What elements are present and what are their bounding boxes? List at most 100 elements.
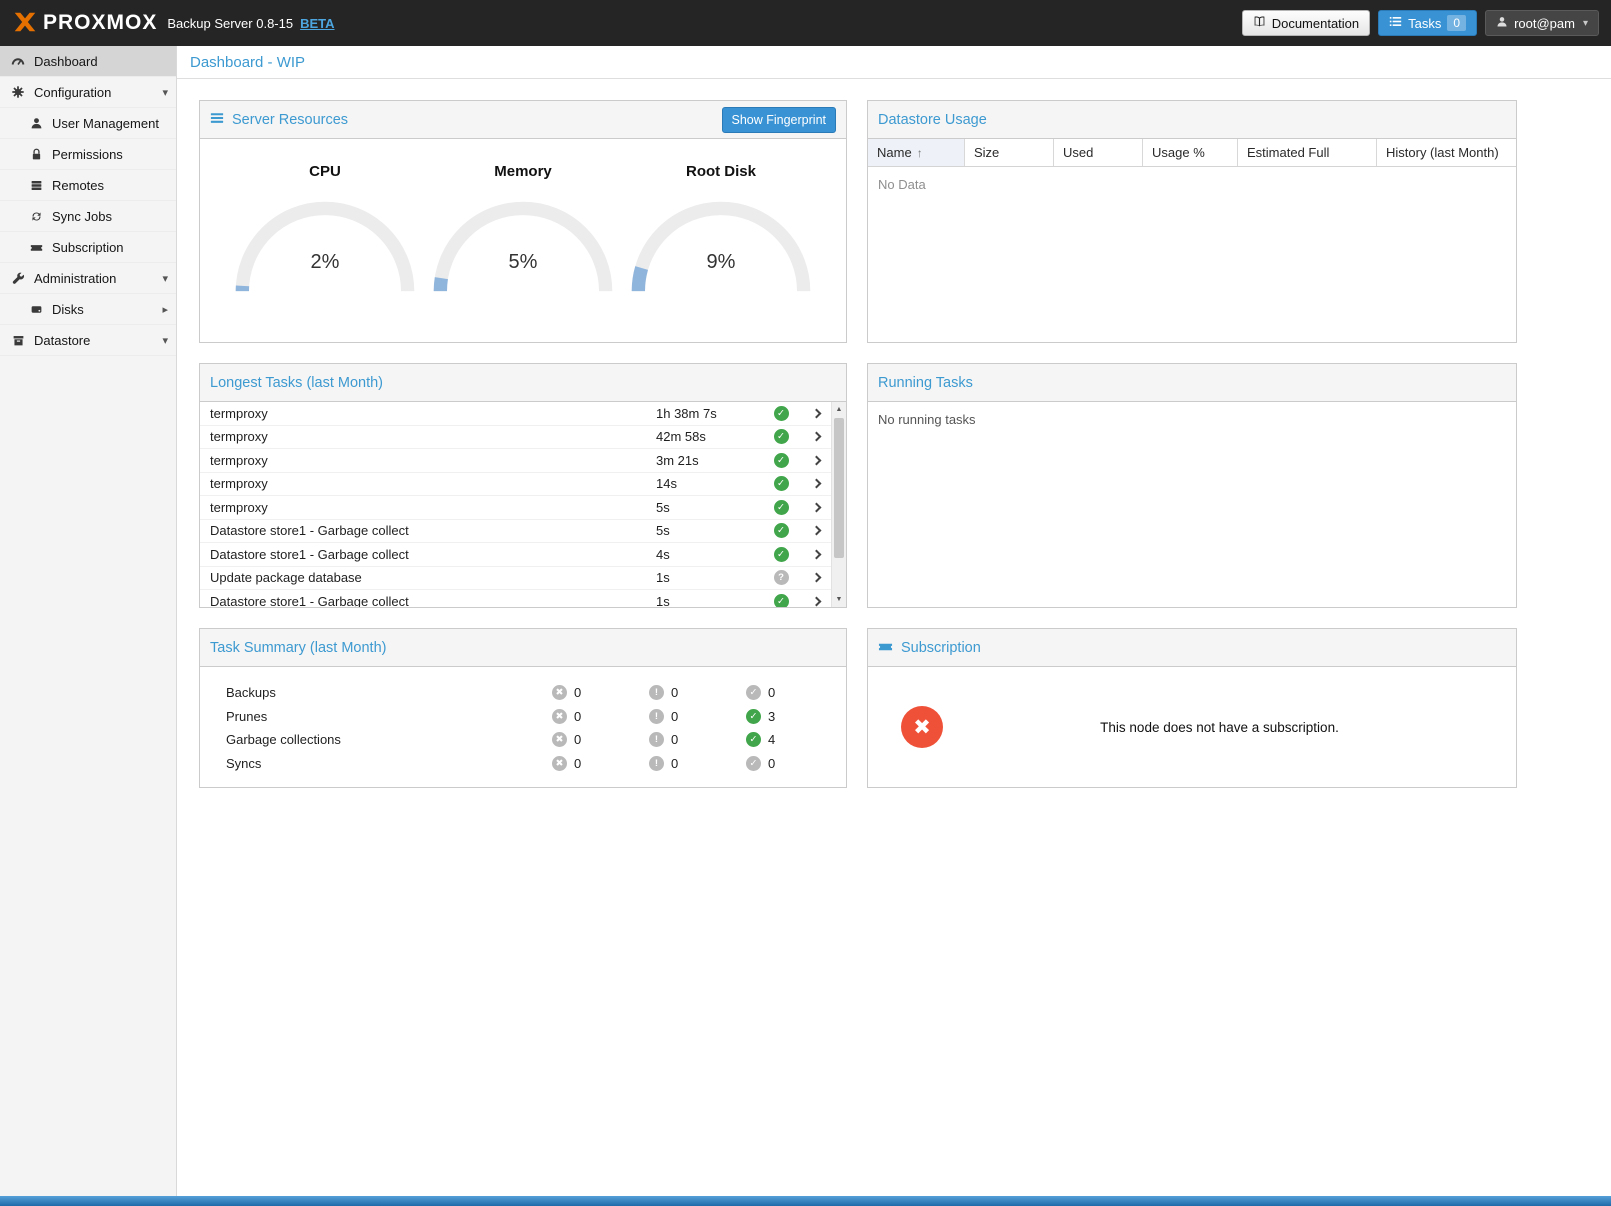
scrollbar[interactable]: ▲ ▼ xyxy=(831,402,846,607)
chevron-right-icon xyxy=(811,455,821,465)
scrollbar-thumb[interactable] xyxy=(834,418,844,558)
task-name: Update package database xyxy=(210,570,656,585)
sidebar-item-subscription[interactable]: Subscription xyxy=(0,232,176,263)
task-duration: 4s xyxy=(656,547,761,562)
beta-link[interactable]: BETA xyxy=(300,16,334,31)
sidebar-item-label: Dashboard xyxy=(34,54,98,69)
sidebar-item-configuration[interactable]: Configuration▾ xyxy=(0,77,176,108)
tasks-button-label: Tasks xyxy=(1408,16,1441,31)
task-row[interactable]: termproxy1h 38m 7s✓ xyxy=(200,402,831,426)
status-ok-icon: ✓ xyxy=(746,732,761,747)
user-menu-button[interactable]: root@pam ▾ xyxy=(1485,10,1599,36)
task-list-icon xyxy=(1389,15,1402,31)
task-row[interactable]: termproxy14s✓ xyxy=(200,473,831,497)
column-header-label: History (last Month) xyxy=(1386,145,1499,160)
running-tasks-title: Running Tasks xyxy=(878,375,973,391)
documentation-button[interactable]: Documentation xyxy=(1242,10,1370,36)
column-header-name[interactable]: Name ↑ xyxy=(868,139,965,166)
wrench-icon xyxy=(10,272,26,285)
task-row[interactable]: termproxy42m 58s✓ xyxy=(200,426,831,450)
open-task-button[interactable] xyxy=(801,598,831,605)
open-task-button[interactable] xyxy=(801,504,831,511)
longest-tasks-panel: Longest Tasks (last Month) termproxy1h 3… xyxy=(199,363,847,608)
tasks-button[interactable]: Tasks 0 xyxy=(1378,10,1477,36)
ticket-icon xyxy=(28,241,44,254)
server-resources-header: Server Resources Show Fingerprint xyxy=(200,101,846,139)
proxmox-logo: PROXMOX xyxy=(12,9,157,38)
show-fingerprint-button[interactable]: Show Fingerprint xyxy=(722,107,837,133)
sidebar-item-dashboard[interactable]: Dashboard xyxy=(0,46,176,77)
sidebar-item-sync-jobs[interactable]: Sync Jobs xyxy=(0,201,176,232)
gauge-memory: Memory5% xyxy=(428,139,618,294)
open-task-button[interactable] xyxy=(801,527,831,534)
status-warning-icon: ! xyxy=(649,732,664,747)
task-row[interactable]: Datastore store1 - Garbage collect5s✓ xyxy=(200,520,831,544)
column-header-usage-[interactable]: Usage % xyxy=(1143,139,1238,166)
user-icon xyxy=(1496,16,1508,31)
column-header-label: Name xyxy=(877,145,912,160)
chevron-right-icon xyxy=(811,573,821,583)
datastore-usage-empty-text: No Data xyxy=(868,167,1516,202)
main-content: Dashboard - WIP Server Resources Show Fi… xyxy=(177,46,1611,1196)
summary-cell-warning: !0 xyxy=(649,732,746,747)
task-name: termproxy xyxy=(210,476,656,491)
chevron-down-icon: ▾ xyxy=(162,272,168,285)
summary-cell-error: ✖0 xyxy=(552,732,649,747)
disk-icon xyxy=(28,303,44,316)
sync-icon xyxy=(28,210,44,223)
open-task-button[interactable] xyxy=(801,480,831,487)
running-tasks-panel: Running Tasks No running tasks xyxy=(867,363,1517,608)
open-task-button[interactable] xyxy=(801,410,831,417)
chevron-right-icon xyxy=(811,502,821,512)
column-header-estimated-full[interactable]: Estimated Full xyxy=(1238,139,1377,166)
task-row[interactable]: termproxy5s✓ xyxy=(200,496,831,520)
sort-asc-icon: ↑ xyxy=(917,146,923,160)
sidebar-item-label: Disks xyxy=(52,302,84,317)
sidebar-item-administration[interactable]: Administration▾ xyxy=(0,263,176,294)
task-status: ✓ xyxy=(761,500,801,515)
task-row[interactable]: Datastore store1 - Garbage collect4s✓ xyxy=(200,543,831,567)
running-tasks-header: Running Tasks xyxy=(868,364,1516,402)
server-resources-panel: Server Resources Show Fingerprint CPU2%M… xyxy=(199,100,847,343)
task-duration: 3m 21s xyxy=(656,453,761,468)
summary-label: Backups xyxy=(200,685,552,700)
sidebar-item-remotes[interactable]: Remotes xyxy=(0,170,176,201)
server-icon xyxy=(28,179,44,192)
task-row[interactable]: Datastore store1 - Garbage collect1s✓ xyxy=(200,590,831,607)
warning-count: 0 xyxy=(671,756,678,771)
scroll-up-button[interactable]: ▲ xyxy=(832,402,846,417)
open-task-button[interactable] xyxy=(801,574,831,581)
open-task-button[interactable] xyxy=(801,433,831,440)
chevron-down-icon: ▾ xyxy=(1583,18,1588,29)
sidebar-item-permissions[interactable]: Permissions xyxy=(0,139,176,170)
subscription-panel: Subscription ✖ This node does not have a… xyxy=(867,628,1517,788)
sidebar-item-user-management[interactable]: User Management xyxy=(0,108,176,139)
task-status: ✓ xyxy=(761,594,801,607)
column-header-size[interactable]: Size xyxy=(965,139,1054,166)
open-task-button[interactable] xyxy=(801,551,831,558)
column-header-history-last-month-[interactable]: History (last Month) xyxy=(1377,139,1516,166)
task-duration: 42m 58s xyxy=(656,429,761,444)
task-row[interactable]: Update package database1s? xyxy=(200,567,831,591)
open-task-button[interactable] xyxy=(801,457,831,464)
sidebar: Dashboard Configuration▾User ManagementPe… xyxy=(0,46,177,1196)
subscription-header: Subscription xyxy=(868,629,1516,667)
summary-label: Syncs xyxy=(200,756,552,771)
gauges: CPU2%Memory5%Root Disk9% xyxy=(200,139,846,294)
task-row[interactable]: termproxy3m 21s✓ xyxy=(200,449,831,473)
chevron-down-icon: ▾ xyxy=(162,334,168,347)
task-name: Datastore store1 - Garbage collect xyxy=(210,594,656,607)
sidebar-item-disks[interactable]: Disks▸ xyxy=(0,294,176,325)
scroll-down-button[interactable]: ▼ xyxy=(832,592,846,607)
status-ok-icon: ✓ xyxy=(746,685,761,700)
chevron-right-icon xyxy=(811,549,821,559)
gauge-arc: 2% xyxy=(230,196,420,294)
column-header-used[interactable]: Used xyxy=(1054,139,1143,166)
sidebar-item-datastore[interactable]: Datastore▾ xyxy=(0,325,176,356)
top-bar: PROXMOX Backup Server 0.8-15 BETA Docume… xyxy=(0,0,1611,46)
running-tasks-empty-text: No running tasks xyxy=(868,402,1516,437)
status-ok-icon: ✓ xyxy=(774,429,789,444)
summary-row: Prunes✖0!0✓3 xyxy=(200,705,846,729)
status-ok-icon: ✓ xyxy=(774,406,789,421)
gauge-cpu: CPU2% xyxy=(230,139,420,294)
